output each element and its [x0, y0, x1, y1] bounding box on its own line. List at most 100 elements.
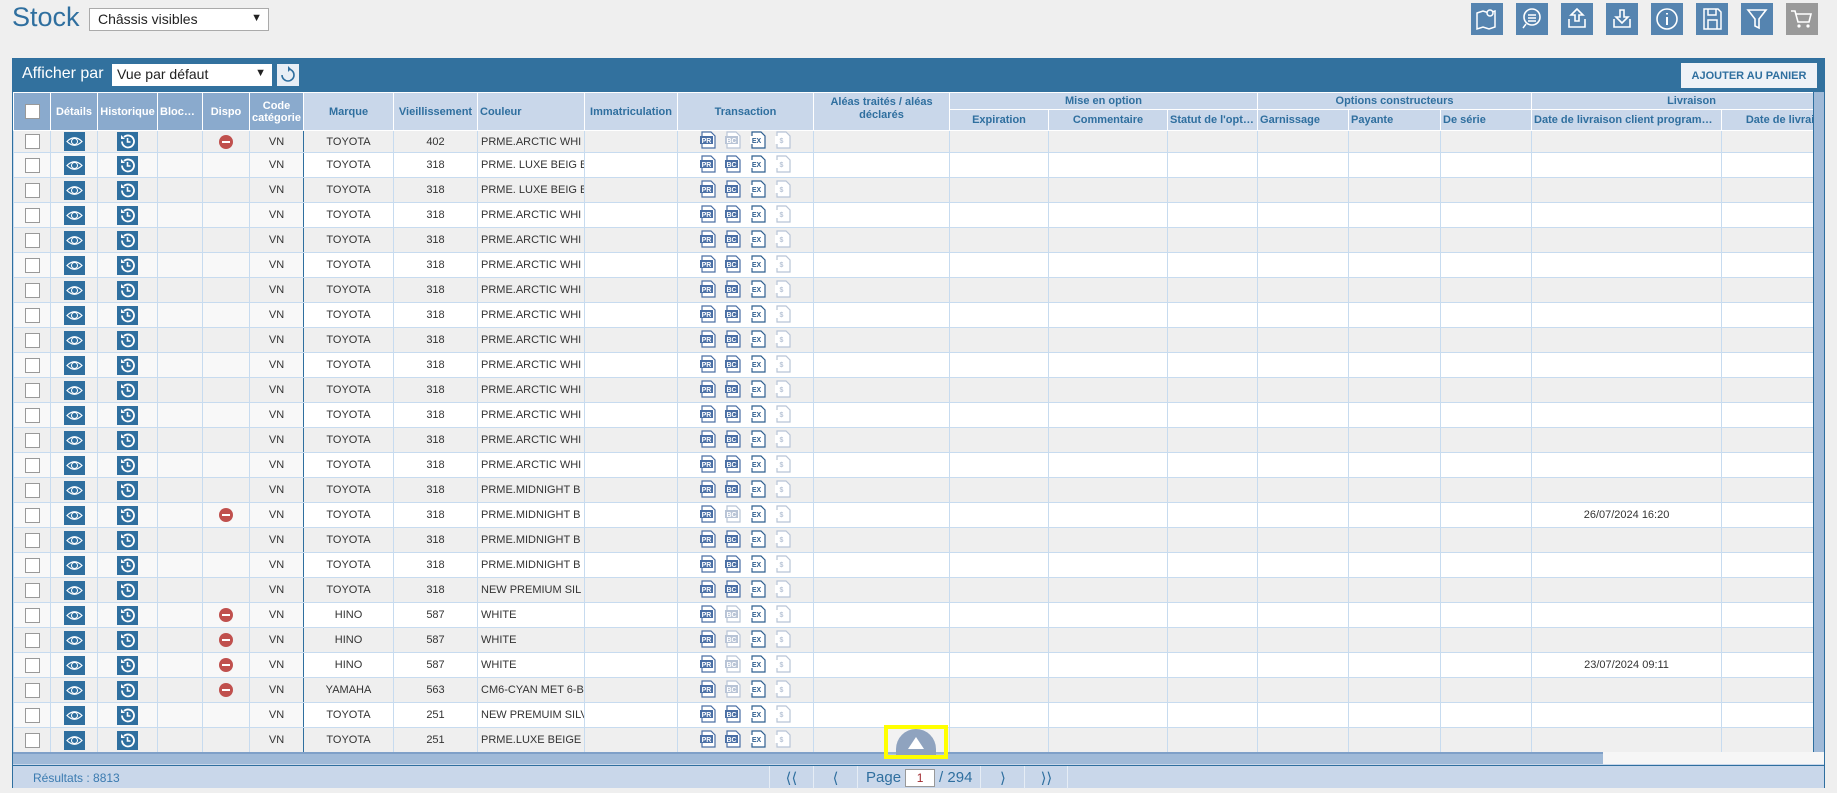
price-document-button[interactable]: $: [774, 679, 792, 701]
bc-document-button[interactable]: BC: [724, 554, 742, 576]
page-input[interactable]: 1: [905, 768, 936, 787]
price-document-button[interactable]: $: [774, 429, 792, 451]
history-icon[interactable]: [117, 630, 138, 650]
history-icon[interactable]: [117, 405, 138, 425]
eye-icon[interactable]: [63, 280, 85, 300]
col-blocage[interactable]: Blocage: [157, 92, 203, 131]
ex-document-button[interactable]: EX: [749, 279, 767, 301]
add-to-cart-button[interactable]: AJOUTER AU PANIER: [1681, 63, 1817, 88]
eye-icon[interactable]: [63, 505, 85, 525]
bc-document-button[interactable]: BC: [724, 329, 742, 351]
filter-button[interactable]: [1741, 3, 1773, 35]
pr-document-button[interactable]: PR: [699, 329, 717, 351]
ex-document-button[interactable]: EX: [749, 529, 767, 551]
refresh-button[interactable]: [277, 64, 299, 86]
ex-document-button[interactable]: EX: [749, 154, 767, 176]
pr-document-button[interactable]: PR: [699, 479, 717, 501]
pr-document-button[interactable]: PR: [699, 204, 717, 226]
row-checkbox[interactable]: [24, 207, 40, 223]
row-checkbox[interactable]: [24, 632, 40, 648]
eye-icon[interactable]: [63, 580, 85, 600]
eye-icon[interactable]: [63, 205, 85, 225]
row-checkbox[interactable]: [24, 457, 40, 473]
ex-document-button[interactable]: EX: [749, 604, 767, 626]
col-aleas[interactable]: Aléas traités / aléas déclarés: [813, 92, 950, 131]
history-icon[interactable]: [117, 180, 138, 200]
col-code-categorie[interactable]: Code catégorie: [249, 92, 304, 131]
table-row[interactable]: VN TOYOTA 318 PRME. LUXE BEIG BI PR BC EX $: [13, 152, 1813, 178]
bc-document-button[interactable]: BC: [724, 229, 742, 251]
bc-document-button[interactable]: BC: [724, 629, 742, 651]
row-checkbox[interactable]: [24, 357, 40, 373]
table-row[interactable]: VN TOYOTA 318 PRME.ARCTIC WHI E PR BC EX $: [13, 352, 1813, 378]
price-document-button[interactable]: $: [774, 479, 792, 501]
col-date-livraison[interactable]: Date de livraiso: [1721, 109, 1813, 131]
table-row[interactable]: VN TOYOTA 318 PRME.ARCTIC WHI E PR BC EX $: [13, 327, 1813, 353]
pr-document-button[interactable]: PR: [699, 154, 717, 176]
eye-icon[interactable]: [63, 380, 85, 400]
horizontal-scroll-thumb[interactable]: [13, 752, 1603, 764]
table-row[interactable]: VN TOYOTA 318 NEW PREMIUM SIL E PR BC EX $: [13, 577, 1813, 603]
ex-document-button[interactable]: EX: [749, 429, 767, 451]
bc-document-button[interactable]: BC: [724, 354, 742, 376]
ex-document-button[interactable]: EX: [749, 729, 767, 751]
price-document-button[interactable]: $: [774, 404, 792, 426]
history-icon[interactable]: [117, 680, 138, 700]
row-checkbox[interactable]: [24, 607, 40, 623]
table-row[interactable]: VN HINO 587 WHITE PR BC EX $: [13, 602, 1813, 628]
bc-document-button[interactable]: BC: [724, 579, 742, 601]
save-button[interactable]: [1696, 3, 1728, 35]
eye-icon[interactable]: [63, 230, 85, 250]
col-details[interactable]: Détails: [50, 92, 98, 131]
ex-document-button[interactable]: EX: [749, 204, 767, 226]
bc-document-button[interactable]: BC: [724, 504, 742, 526]
price-document-button[interactable]: $: [774, 204, 792, 226]
ex-document-button[interactable]: EX: [749, 679, 767, 701]
pr-document-button[interactable]: PR: [699, 131, 717, 152]
history-icon[interactable]: [117, 355, 138, 375]
history-icon[interactable]: [117, 730, 138, 750]
row-checkbox[interactable]: [24, 407, 40, 423]
col-couleur[interactable]: Couleur: [477, 92, 585, 131]
pr-document-button[interactable]: PR: [699, 554, 717, 576]
col-date-livraison-client[interactable]: Date de livraison client programmée: [1531, 109, 1723, 131]
price-document-button[interactable]: $: [774, 454, 792, 476]
ex-document-button[interactable]: EX: [749, 554, 767, 576]
eye-icon[interactable]: [63, 730, 85, 750]
row-checkbox[interactable]: [24, 707, 40, 723]
price-document-button[interactable]: $: [774, 329, 792, 351]
table-row[interactable]: VN TOYOTA 318 PRME.ARCTIC WHI E PR BC EX $: [13, 377, 1813, 403]
price-document-button[interactable]: $: [774, 554, 792, 576]
history-icon[interactable]: [117, 530, 138, 550]
ex-document-button[interactable]: EX: [749, 379, 767, 401]
price-document-button[interactable]: $: [774, 179, 792, 201]
table-row[interactable]: VN YAMAHA 563 CM6-CYAN MET 6-BI PR BC EX $: [13, 677, 1813, 703]
chassis-filter-select[interactable]: Châssis visibles ▼: [89, 8, 269, 31]
last-page-button[interactable]: ⟩⟩: [1024, 766, 1069, 789]
next-page-button[interactable]: ⟩: [980, 766, 1024, 789]
history-icon[interactable]: [117, 305, 138, 325]
eye-icon[interactable]: [63, 555, 85, 575]
row-checkbox[interactable]: [24, 257, 40, 273]
bc-document-button[interactable]: BC: [724, 479, 742, 501]
row-checkbox[interactable]: [24, 732, 40, 748]
table-row[interactable]: VNHINO587WHITE PR BC EX $23/07/2024 09:1124/…: [13, 652, 1813, 678]
select-all-checkbox[interactable]: [24, 104, 40, 119]
history-icon[interactable]: [117, 480, 138, 500]
bc-document-button[interactable]: BC: [724, 454, 742, 476]
eye-icon[interactable]: [63, 180, 85, 200]
eye-icon[interactable]: [63, 655, 85, 675]
row-checkbox[interactable]: [24, 282, 40, 298]
eye-icon[interactable]: [63, 455, 85, 475]
col-expiration[interactable]: Expiration: [949, 109, 1049, 131]
price-document-button[interactable]: $: [774, 304, 792, 326]
history-icon[interactable]: [117, 605, 138, 625]
pr-document-button[interactable]: PR: [699, 379, 717, 401]
pr-document-button[interactable]: PR: [699, 179, 717, 201]
pr-document-button[interactable]: PR: [699, 229, 717, 251]
eye-icon[interactable]: [63, 480, 85, 500]
price-document-button[interactable]: $: [774, 604, 792, 626]
col-immatriculation[interactable]: Immatriculation: [584, 92, 678, 131]
table-row[interactable]: VN TOYOTA 318 PRME.ARCTIC WHI E PR BC EX $: [13, 277, 1813, 303]
eye-icon[interactable]: [63, 530, 85, 550]
